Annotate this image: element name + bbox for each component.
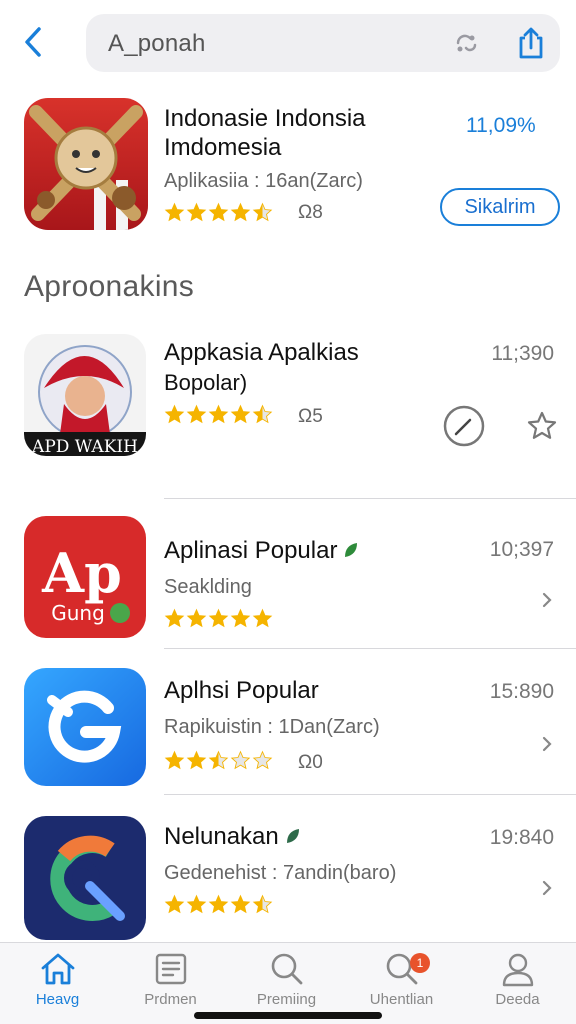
star-icon xyxy=(230,404,251,424)
app-number: 19:840 xyxy=(489,826,554,849)
star-icon xyxy=(186,608,207,628)
section-heading: Aproonakins xyxy=(24,270,195,303)
star-outline-icon[interactable] xyxy=(526,410,558,442)
star-icon xyxy=(164,894,185,914)
app-icon-text: Gung xyxy=(51,601,105,625)
featured-app-subtitle: Aplikasiia : 16an(Zarc) xyxy=(164,170,363,192)
star-icon xyxy=(164,750,185,770)
app-number: 15:890 xyxy=(489,680,554,703)
star-icon xyxy=(252,608,273,628)
star-icon xyxy=(208,750,229,770)
news-icon xyxy=(155,953,186,985)
list-item[interactable]: APD WAKIH Appkasia Apalkias Bopolar) Ω5 … xyxy=(0,334,576,498)
chevron-right-icon[interactable] xyxy=(540,734,554,754)
chevron-right-icon[interactable] xyxy=(540,878,554,898)
tab-label: Uhentlian xyxy=(369,991,434,1008)
app-title: Aplhsi Popular xyxy=(164,677,319,704)
search-input[interactable]: A_ponah xyxy=(108,30,206,58)
tab-notifications[interactable]: 1 Uhentlian xyxy=(344,951,459,1021)
app-subtitle: Gedenehist : 7andin(baro) xyxy=(164,862,397,884)
back-button[interactable] xyxy=(18,24,48,60)
notification-badge: 1 xyxy=(410,953,430,973)
featured-app-icon xyxy=(24,98,148,230)
leaf-icon xyxy=(343,537,359,567)
tab-search[interactable]: Premiing xyxy=(229,951,344,1021)
home-icon xyxy=(41,953,74,985)
search-field[interactable]: A_ponah xyxy=(86,14,560,72)
star-icon xyxy=(186,404,207,424)
star-icon xyxy=(208,404,229,424)
app-icon-text: APD WAKIH xyxy=(31,437,138,456)
chevron-right-icon[interactable] xyxy=(540,590,554,610)
app-rating xyxy=(164,608,274,629)
tab-label: Heavg xyxy=(35,991,80,1008)
star-icon xyxy=(230,202,251,222)
gauge-icon[interactable] xyxy=(442,404,486,448)
featured-percent: 11,09% xyxy=(466,114,536,137)
search-icon xyxy=(271,953,302,985)
app-icon xyxy=(24,668,146,786)
profile-icon xyxy=(502,953,533,987)
star-icon xyxy=(186,202,207,222)
home-indicator xyxy=(194,1012,382,1019)
tab-label: Premiing xyxy=(256,991,317,1008)
rating-count: Ω0 xyxy=(298,752,323,773)
tab-profile[interactable]: Deeda xyxy=(460,951,575,1021)
divider xyxy=(164,648,576,649)
list-item[interactable]: Aplhsi Popular Rapikuistin : 1Dan(Zarc) … xyxy=(0,668,576,794)
app-title: Aplinasi Popular xyxy=(164,536,359,567)
tab-label: Prdmen xyxy=(144,991,197,1008)
app-icon-text: Ap xyxy=(41,541,122,605)
star-icon xyxy=(252,894,273,914)
app-icon: APD WAKIH xyxy=(24,334,146,456)
featured-rating-count: Ω8 xyxy=(298,202,323,223)
list-item[interactable]: Ap Gung Aplinasi Popular Seaklding 10;39… xyxy=(0,516,576,646)
list-item[interactable]: Nelunakan Gedenehist : 7andin(baro) 19:8… xyxy=(0,816,576,942)
star-icon xyxy=(252,404,273,424)
star-icon xyxy=(164,404,185,424)
star-icon xyxy=(230,894,251,914)
star-icon xyxy=(252,202,273,222)
featured-app-title: Indonasie Indonsia Imdomesia xyxy=(164,105,366,161)
app-rating xyxy=(164,750,274,771)
app-number: 10;397 xyxy=(489,538,554,561)
tab-label: Deeda xyxy=(495,991,540,1008)
chevron-left-icon xyxy=(25,27,41,57)
star-icon xyxy=(208,894,229,914)
app-icon: Ap Gung xyxy=(24,516,146,638)
app-number: 11;390 xyxy=(491,342,554,365)
star-icon xyxy=(164,202,185,222)
star-icon xyxy=(208,202,229,222)
app-subtitle: Bopolar) xyxy=(164,370,248,395)
app-subtitle: Rapikuistin : 1Dan(Zarc) xyxy=(164,716,380,738)
divider xyxy=(164,794,576,795)
app-rating xyxy=(164,894,274,915)
divider xyxy=(164,498,576,499)
star-icon xyxy=(208,608,229,628)
rating-count: Ω5 xyxy=(298,406,323,427)
top-bar: A_ponah xyxy=(0,0,576,86)
star-icon xyxy=(164,608,185,628)
voice-icon[interactable] xyxy=(452,30,480,56)
star-icon xyxy=(230,750,251,770)
star-icon xyxy=(186,750,207,770)
app-rating xyxy=(164,404,274,425)
share-icon[interactable] xyxy=(516,26,546,60)
tab-home[interactable]: Heavg xyxy=(0,951,115,1021)
app-subtitle: Seaklding xyxy=(164,576,252,598)
leaf-icon xyxy=(285,823,301,853)
star-icon xyxy=(186,894,207,914)
get-button[interactable]: Sikalrim xyxy=(440,188,560,226)
app-icon xyxy=(24,816,146,940)
tab-news[interactable]: Prdmen xyxy=(113,951,228,1021)
star-icon xyxy=(252,750,273,770)
featured-app-rating xyxy=(164,202,274,223)
app-title: Appkasia Apalkias xyxy=(164,339,359,366)
app-title: Nelunakan xyxy=(164,822,301,853)
star-icon xyxy=(230,608,251,628)
featured-app[interactable]: Indonasie Indonsia Imdomesia Aplikasiia … xyxy=(0,86,576,246)
